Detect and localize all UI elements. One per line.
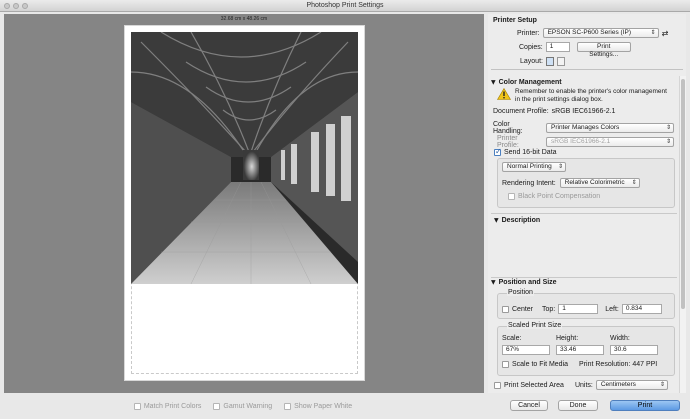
scale-label: Scale: [502, 335, 522, 342]
position-title: Position [507, 289, 534, 296]
match-print-colors-option[interactable]: Match Print Colors [133, 402, 202, 410]
color-management-disclosure-icon[interactable]: ▼ [491, 79, 496, 86]
rendering-intent-label: Rendering Intent: [502, 179, 556, 187]
gamut-warning-option[interactable]: Gamut Warning [213, 402, 273, 410]
cancel-button[interactable]: Cancel [510, 400, 548, 411]
top-input[interactable]: 1 [558, 304, 599, 314]
scale-to-fit-checkbox[interactable] [502, 361, 509, 368]
document-profile-label: Document Profile: [493, 108, 549, 115]
warning-icon [497, 88, 511, 100]
center-checkbox[interactable] [502, 305, 509, 313]
gamut-warning-checkbox[interactable] [213, 402, 221, 410]
rendering-options-box: Normal Printing Rendering Intent: Relati… [497, 158, 675, 208]
color-management-warning: Remember to enable the printer's color m… [515, 88, 667, 103]
color-management-title: Color Management [498, 79, 562, 86]
color-handling-select[interactable]: Printer Manages Colors [546, 123, 674, 133]
send-16bit-label: Send 16-bit Data [504, 149, 557, 156]
settings-scrollbar[interactable] [679, 76, 686, 393]
window-controls[interactable] [4, 3, 28, 9]
color-handling-label: Color Handling: [493, 121, 523, 135]
preview-options: Match Print Colors Gamut Warning Show Pa… [0, 393, 486, 419]
scrollbar-thumb[interactable] [681, 79, 685, 309]
print-button[interactable]: Print [610, 400, 680, 411]
print-settings-button[interactable]: Print Settings... [576, 42, 631, 58]
center-label: Center [512, 305, 534, 313]
send-16bit-checkbox[interactable] [494, 147, 502, 156]
divider [491, 277, 677, 278]
print-preview: 32.68 cm x 48.26 cm [4, 14, 484, 393]
position-size-title: Position and Size [498, 279, 557, 286]
match-print-colors-checkbox[interactable] [133, 402, 141, 410]
paper-sheet [124, 25, 365, 381]
gamut-warning-label: Gamut Warning [223, 402, 273, 410]
minimize-window-icon[interactable] [13, 3, 19, 9]
document-profile-value: sRGB IEC61966-2.1 [551, 108, 616, 115]
printer-setup-title: Printer Setup [493, 17, 537, 24]
divider [491, 213, 677, 214]
zoom-window-icon[interactable] [22, 3, 28, 9]
scaled-print-size-title: Scaled Print Size [507, 322, 563, 329]
preview-photo[interactable] [131, 32, 358, 284]
rendering-intent-select[interactable]: Relative Colorimetric [559, 178, 640, 188]
scale-input[interactable]: 67% [502, 345, 550, 355]
title-bar: Photoshop Print Settings [0, 0, 690, 12]
dialog-buttons: Cancel Done Print [488, 393, 690, 419]
copies-input[interactable]: 1 [545, 42, 570, 52]
done-button[interactable]: Done [558, 400, 598, 411]
black-point-label: Black Point Compensation [518, 193, 601, 200]
layout-label: Layout: [520, 58, 543, 65]
description-title: Description [501, 217, 541, 224]
settings-scroll-area[interactable]: ▼ Color Management Remember to enable the… [491, 76, 677, 393]
scaled-print-size-box: Scaled Print Size Scale: Height: Width: … [497, 322, 675, 376]
left-input[interactable]: 0.834 [621, 304, 662, 314]
portrait-layout-icon[interactable] [545, 57, 554, 66]
paper-dimensions: 32.68 cm x 48.26 cm [220, 16, 268, 22]
printer-profile-select[interactable]: sRGB IEC61966-2.1 [546, 137, 674, 147]
top-label: Top: [542, 305, 556, 313]
width-label: Width: [610, 335, 630, 342]
print-selected-area-checkbox[interactable] [494, 381, 501, 389]
settings-panel: Printer Setup Printer: EPSON SC-P600 Ser… [488, 14, 686, 393]
units-select[interactable]: Centimeters [595, 380, 668, 390]
cloister-photo-image [131, 32, 358, 284]
show-paper-white-checkbox[interactable] [284, 402, 292, 410]
proof-mode-select[interactable]: Normal Printing [502, 162, 566, 172]
window-title: Photoshop Print Settings [306, 2, 384, 9]
height-input[interactable]: 33.46 [556, 345, 604, 355]
printer-label: Printer: [517, 29, 540, 37]
description-disclosure-icon[interactable]: ▼ [494, 217, 499, 224]
close-window-icon[interactable] [4, 3, 10, 9]
scale-to-fit-label: Scale to Fit Media [512, 361, 569, 368]
position-size-disclosure-icon[interactable]: ▼ [491, 279, 496, 286]
left-label: Left: [605, 305, 619, 313]
copies-label: Copies: [519, 43, 543, 51]
printer-select[interactable]: EPSON SC-P600 Series (IP) [542, 28, 659, 38]
match-print-colors-label: Match Print Colors [143, 402, 202, 410]
print-selected-area-label: Print Selected Area [504, 381, 564, 389]
printer-share-icon[interactable]: ⇄ [662, 29, 669, 38]
show-paper-white-option[interactable]: Show Paper White [284, 402, 353, 410]
units-label: Units: [574, 381, 593, 389]
print-resolution: Print Resolution: 447 PPI [579, 361, 658, 368]
width-input[interactable]: 30.6 [610, 345, 658, 355]
printer-profile-label: Printer Profile: [497, 135, 519, 149]
black-point-checkbox[interactable] [508, 193, 515, 200]
height-label: Height: [556, 335, 579, 342]
printer-setup-group: Printer Setup Printer: EPSON SC-P600 Ser… [491, 14, 683, 70]
landscape-layout-icon[interactable] [556, 57, 565, 66]
position-box: Position Center Top: 1 Left: 0.834 [497, 289, 675, 319]
show-paper-white-label: Show Paper White [294, 402, 353, 410]
